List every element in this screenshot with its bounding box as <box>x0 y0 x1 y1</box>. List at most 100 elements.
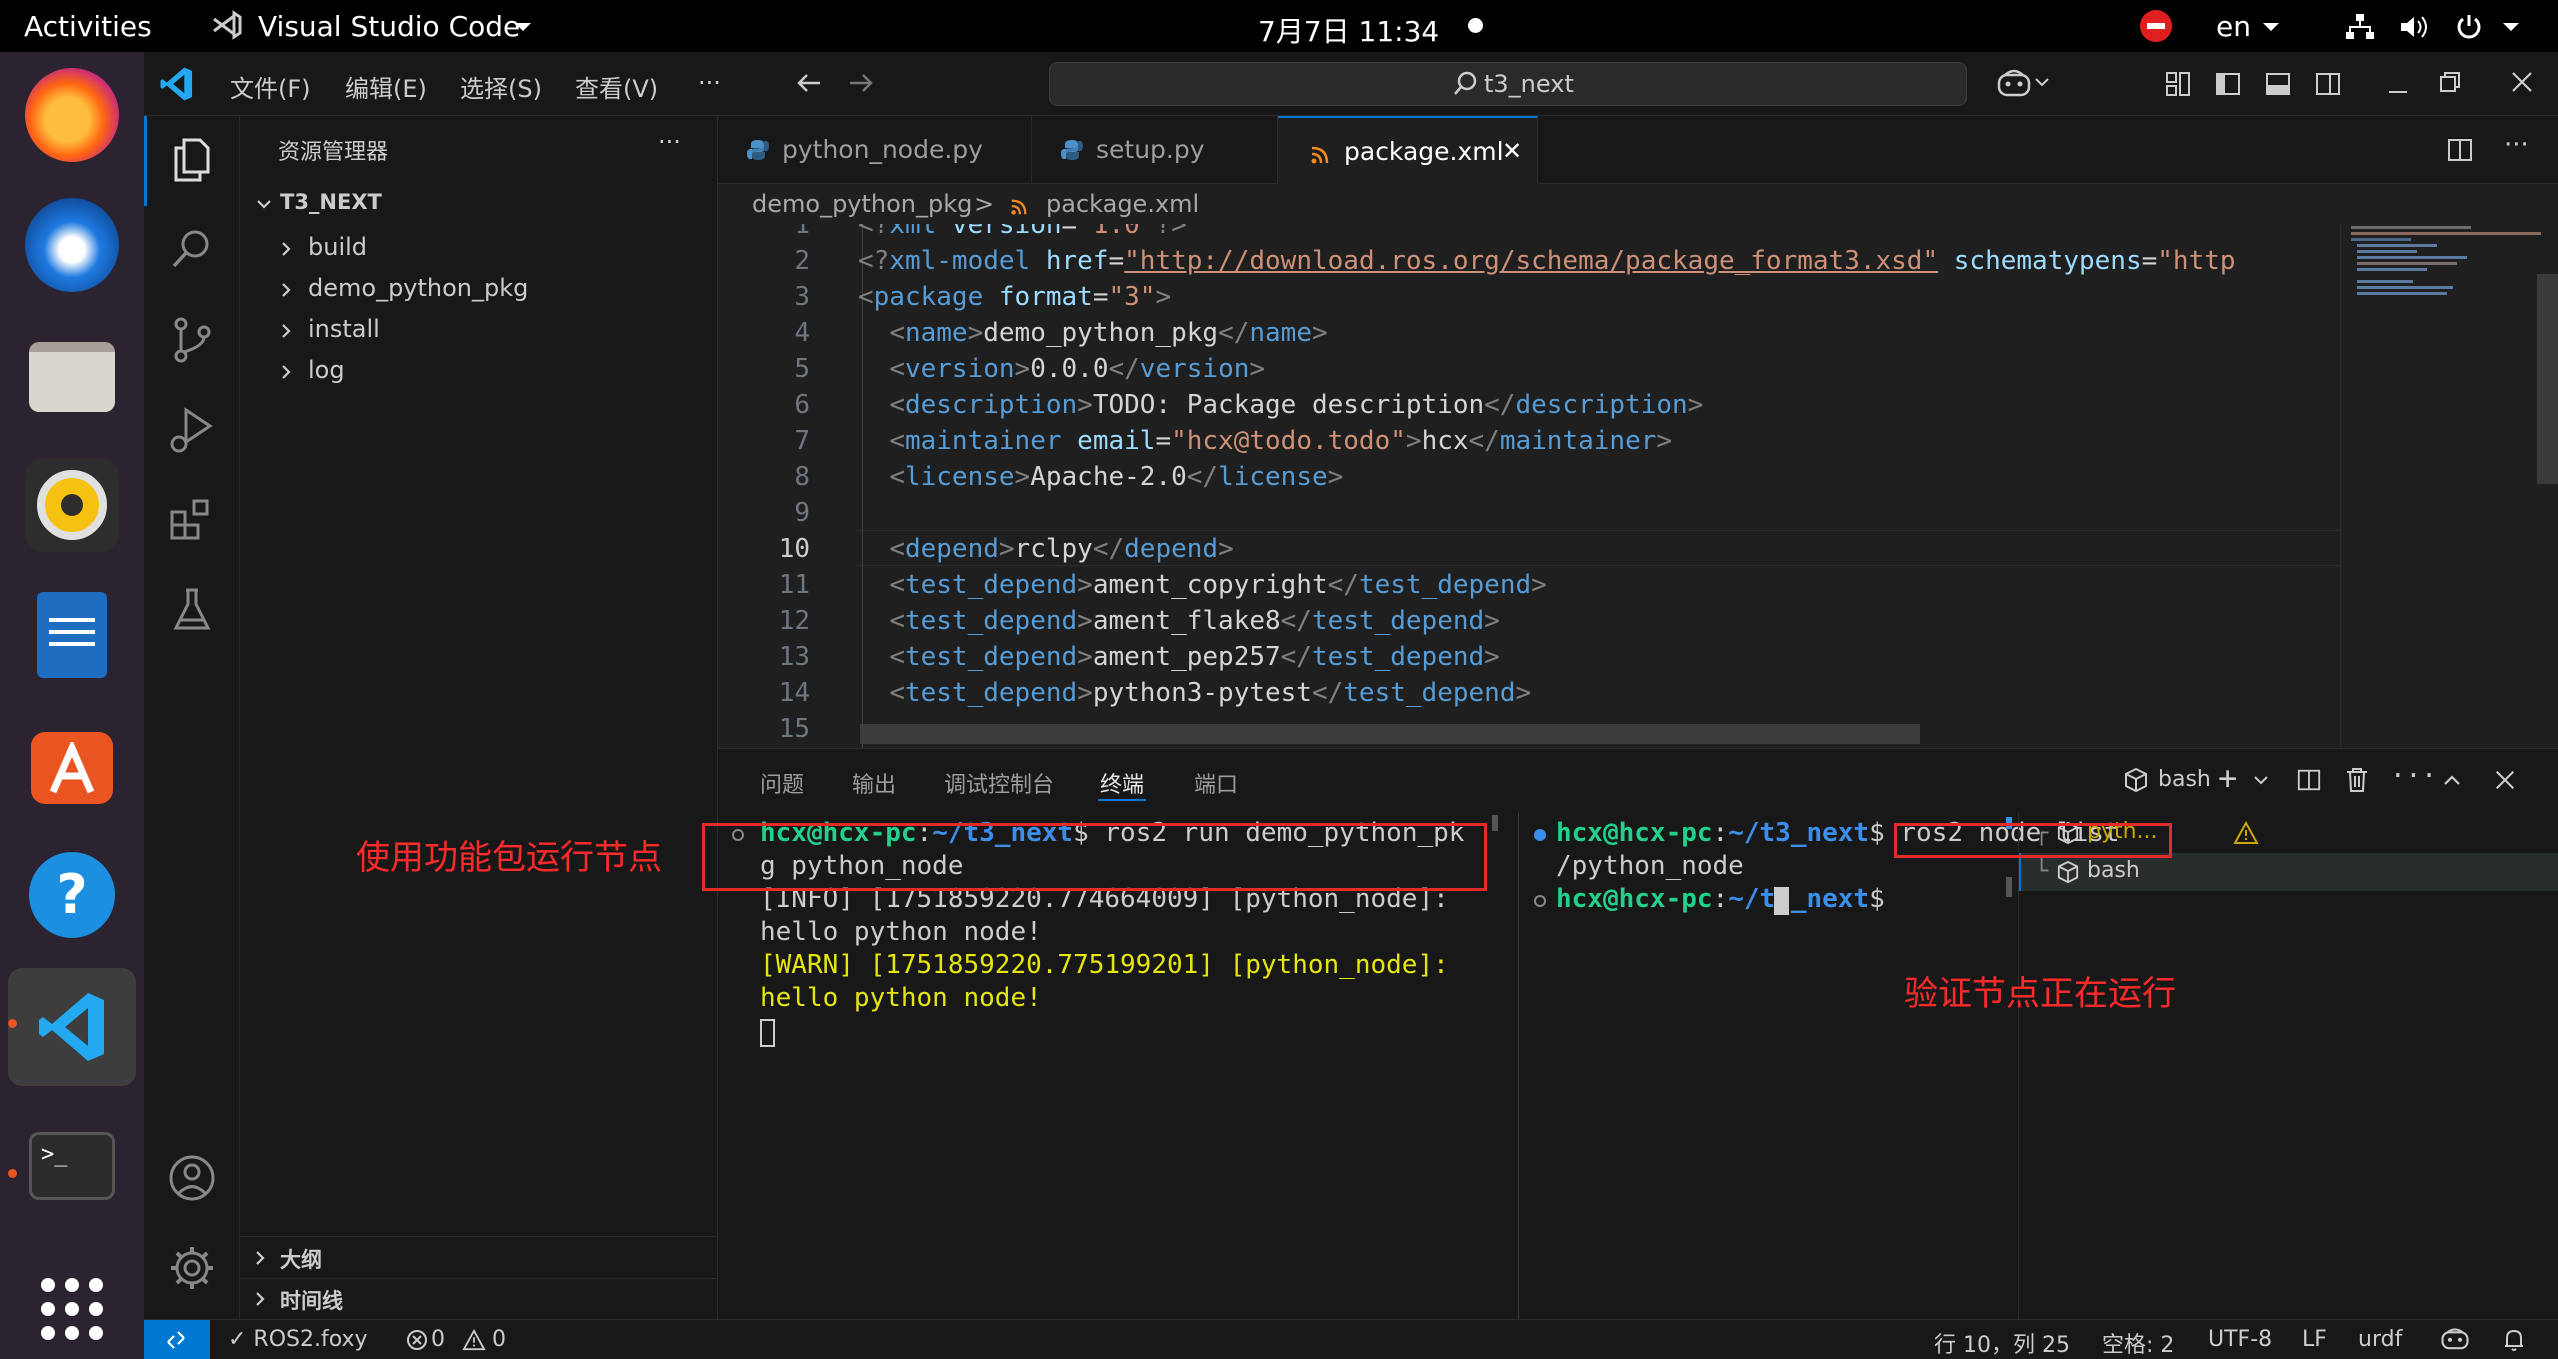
libreoffice-writer-icon[interactable] <box>25 588 119 682</box>
app-center-icon[interactable] <box>25 718 119 812</box>
power-icon[interactable] <box>2454 12 2484 49</box>
tab-package-xml[interactable]: package.xml ✕ <box>1278 116 1538 184</box>
breadcrumb-folder[interactable]: demo_python_pkg <box>752 190 972 218</box>
rhythmbox-icon[interactable] <box>25 458 119 552</box>
active-indicator <box>144 116 147 206</box>
vscode-dock-icon[interactable] <box>8 968 136 1086</box>
ros-profile[interactable]: ✓ ROS2.foxy <box>228 1327 368 1352</box>
minimap[interactable] <box>2340 224 2558 748</box>
warning-count[interactable]: 0 <box>492 1327 506 1352</box>
split-terminal-icon[interactable] <box>2296 767 2322 797</box>
notifications-bell-icon[interactable] <box>2502 1327 2526 1359</box>
explorer-more-button[interactable]: ··· <box>658 128 681 156</box>
firefox-icon[interactable] <box>25 68 119 162</box>
horizontal-scrollbar[interactable] <box>860 724 1920 744</box>
terminal-shell-label[interactable]: bash <box>2158 767 2211 792</box>
trash-icon[interactable] <box>2344 766 2370 798</box>
chevron-down-icon[interactable] <box>512 12 534 45</box>
copilot-icon[interactable] <box>1996 66 2052 106</box>
input-language[interactable]: en <box>2216 10 2251 43</box>
terminal-icon[interactable]: >_ <box>25 1120 119 1214</box>
copilot-status-icon[interactable] <box>2440 1326 2470 1358</box>
code-editor[interactable]: 1 2 3 4 5 6 7 8 9 10 11 12 13 14 15 <?xm… <box>718 224 2340 748</box>
terminal-scrollbar[interactable] <box>1492 815 1498 831</box>
code-line-14: <test_depend>python3-pytest</test_depend… <box>889 678 1532 708</box>
workspace-root[interactable]: T3_NEXT <box>280 190 382 214</box>
run-debug-icon[interactable] <box>164 402 220 458</box>
error-count[interactable]: 0 <box>431 1327 445 1352</box>
new-terminal-button[interactable]: + <box>2218 759 2237 797</box>
split-editor-icon[interactable] <box>2446 136 2474 168</box>
volume-icon[interactable] <box>2398 12 2430 49</box>
timeline-section-header[interactable]: 时间线 <box>240 1279 717 1319</box>
restore-icon[interactable] <box>2436 68 2464 102</box>
show-apps-icon[interactable] <box>25 1262 119 1356</box>
files-icon[interactable] <box>25 328 119 422</box>
tree-item-log[interactable]: log <box>240 351 717 391</box>
toggle-secondary-sidebar-icon[interactable] <box>2314 70 2342 104</box>
search-view-icon[interactable] <box>164 222 220 278</box>
menu-more[interactable]: ··· <box>698 69 721 97</box>
toggle-sidebar-icon[interactable] <box>2214 70 2242 104</box>
menu-file[interactable]: 文件(F) <box>230 69 311 104</box>
chevron-down-icon[interactable] <box>2260 12 2282 45</box>
tab-python-node[interactable]: python_node.py <box>718 116 1032 184</box>
back-arrow-icon[interactable] <box>794 68 824 104</box>
editor-more-button[interactable]: ··· <box>2504 130 2529 160</box>
tab-close-button[interactable]: ✕ <box>1502 137 1522 165</box>
menu-selection[interactable]: 选择(S) <box>460 69 542 104</box>
tree-item-install[interactable]: install <box>240 310 717 350</box>
maximize-panel-icon[interactable] <box>2440 769 2464 797</box>
chevron-down-icon[interactable] <box>254 192 274 220</box>
terminal-cursor <box>760 1019 775 1047</box>
testing-flask-icon[interactable] <box>164 582 220 638</box>
customize-layout-icon[interactable] <box>2164 70 2192 104</box>
close-window-icon[interactable] <box>2508 68 2536 102</box>
remote-indicator[interactable] <box>144 1320 210 1359</box>
do-not-disturb-icon[interactable] <box>2140 10 2172 42</box>
extensions-icon[interactable] <box>164 492 220 548</box>
language-mode[interactable]: urdf <box>2358 1327 2402 1352</box>
command-center-search[interactable]: t3_next <box>1049 62 1967 106</box>
minimize-icon[interactable] <box>2384 70 2412 104</box>
close-panel-icon[interactable] <box>2492 767 2518 797</box>
panel-tab-output[interactable]: 输出 <box>852 767 896 799</box>
app-menu[interactable]: Visual Studio Code <box>258 10 520 43</box>
tab-label: setup.py <box>1096 135 1205 164</box>
terminal-scrollbar[interactable] <box>2006 877 2012 897</box>
toggle-panel-icon[interactable] <box>2264 70 2292 104</box>
annotation-box-run-command <box>702 823 1487 891</box>
panel-tab-ports[interactable]: 端口 <box>1194 767 1238 799</box>
tree-item-demo-python-pkg[interactable]: demo_python_pkg <box>240 269 717 309</box>
indentation[interactable]: 空格: 2 <box>2102 1327 2174 1359</box>
menu-view[interactable]: 查看(V) <box>575 69 658 104</box>
chevron-down-icon[interactable] <box>2252 771 2270 793</box>
source-control-icon[interactable] <box>164 312 220 368</box>
encoding[interactable]: UTF-8 <box>2208 1327 2272 1352</box>
help-icon[interactable]: ? <box>25 848 119 942</box>
explorer-icon[interactable] <box>164 132 220 188</box>
tab-setup[interactable]: setup.py <box>1032 116 1278 184</box>
settings-gear-icon[interactable] <box>164 1240 220 1296</box>
breadcrumb-file[interactable]: package.xml <box>1046 190 1199 218</box>
tree-item-build[interactable]: build <box>240 228 717 268</box>
panel-more-button[interactable]: ··· <box>2390 761 2437 791</box>
forward-arrow-icon[interactable] <box>846 68 876 104</box>
editor-scrollbar-thumb[interactable] <box>2537 274 2558 484</box>
thunderbird-icon[interactable] <box>25 198 119 292</box>
terminal-tab-bash[interactable]: └ bash <box>2019 853 2558 891</box>
panel-tab-terminal[interactable]: 终端 <box>1100 767 1144 799</box>
outline-section-header[interactable]: 大纲 <box>240 1238 717 1278</box>
tree-item-label: log <box>308 356 345 384</box>
clock[interactable]: 7月7日 11:34 <box>1258 10 1439 50</box>
panel-tab-debug-console[interactable]: 调试控制台 <box>944 767 1054 799</box>
menu-edit[interactable]: 编辑(E) <box>345 69 427 104</box>
cursor-position[interactable]: 行 10，列 25 <box>1934 1327 2070 1359</box>
network-icon[interactable] <box>2344 12 2376 49</box>
chevron-down-icon[interactable] <box>2500 12 2522 45</box>
end-of-line[interactable]: LF <box>2302 1327 2327 1352</box>
terminal-pane-right[interactable]: hcx@hcx-pc:~/t3_next$ ros2 node list /py… <box>1520 813 2120 1320</box>
panel-tab-problems[interactable]: 问题 <box>760 767 804 799</box>
activities-button[interactable]: Activities <box>24 10 152 43</box>
account-icon[interactable] <box>164 1150 220 1206</box>
